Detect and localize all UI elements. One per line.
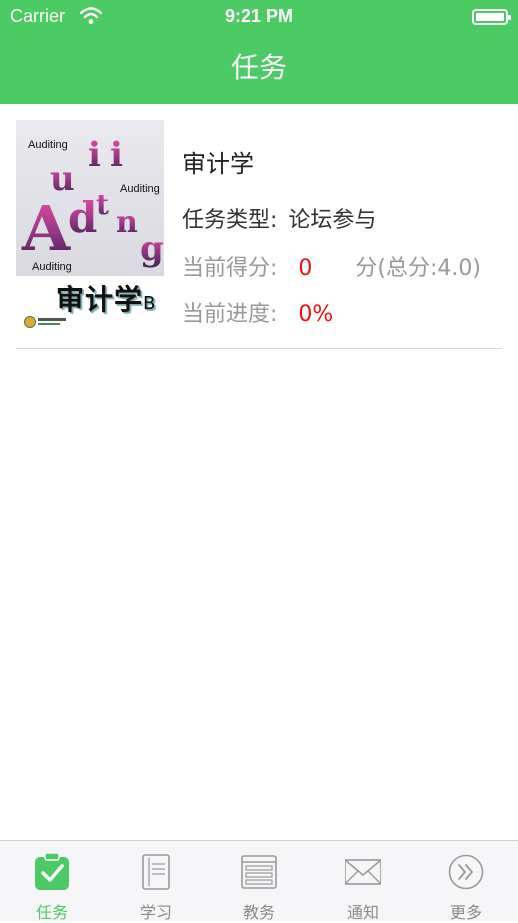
page-title: 任务 [230, 51, 287, 84]
tab-label: 更多 [449, 903, 482, 922]
cover-word-3: Auditing [32, 261, 72, 273]
cover-title-suffix: B [143, 293, 157, 314]
score-label: 当前得分: [182, 256, 278, 281]
course-cover-image: A u d i t i n g Auditing Auditing Auditi… [16, 120, 164, 330]
score-total: 分(总分:4.0) [355, 256, 481, 281]
tab-label: 通知 [346, 903, 379, 922]
double-chevron-circle-icon [448, 853, 484, 891]
browser-window-icon [241, 853, 277, 891]
svg-text:d: d [68, 193, 97, 242]
task-type-value: 论坛参与 [288, 208, 377, 233]
battery-icon [472, 9, 511, 25]
tab-label: 学习 [139, 903, 172, 922]
tab-bar: 任务 学习 教务 通知 更多 [0, 840, 518, 922]
cover-art: A u d i t i n g Auditing Auditing Auditi… [16, 120, 164, 276]
tab-label: 任务 [35, 903, 68, 922]
cover-title: 审计学B [56, 278, 156, 318]
envelope-icon [344, 853, 382, 891]
nav-header: Carrier 9:21 PM 任务 [0, 0, 518, 104]
progress-label: 当前进度: [182, 302, 278, 327]
task-name: 审计学 [182, 150, 254, 178]
progress-value: 0% [298, 302, 334, 327]
tab-notices[interactable]: 通知 [311, 841, 415, 922]
document-icon [138, 853, 174, 891]
status-time: 9:21 PM [224, 6, 294, 26]
cover-word-1: Auditing [28, 139, 68, 151]
svg-text:i: i [88, 135, 101, 175]
svg-text:g: g [140, 229, 164, 269]
tab-tasks[interactable]: 任务 [0, 841, 104, 922]
svg-text:i: i [110, 135, 123, 175]
progress-row: 当前进度: 0% [182, 296, 333, 328]
status-bar: Carrier 9:21 PM [0, 0, 518, 34]
svg-text:A: A [21, 192, 71, 265]
task-type-row: 任务类型: 论坛参与 [182, 202, 376, 234]
score-row: 当前得分: 0 分(总分:4.0) [182, 250, 481, 282]
clipboard-check-icon [34, 852, 70, 891]
tab-more[interactable]: 更多 [414, 841, 518, 922]
cover-word-2: Auditing [120, 183, 160, 195]
task-card[interactable]: A u d i t i n g Auditing Auditing Auditi… [16, 118, 502, 349]
svg-text:n: n [116, 205, 138, 240]
tab-academic[interactable]: 教务 [207, 841, 311, 922]
score-value: 0 [298, 256, 313, 281]
cover-title-text: 审计学 [56, 283, 144, 316]
task-type-label: 任务类型: [182, 208, 278, 233]
tab-study[interactable]: 学习 [104, 841, 208, 922]
university-logo-icon [24, 314, 68, 330]
tab-label: 教务 [242, 903, 275, 922]
svg-text:t: t [96, 188, 109, 221]
